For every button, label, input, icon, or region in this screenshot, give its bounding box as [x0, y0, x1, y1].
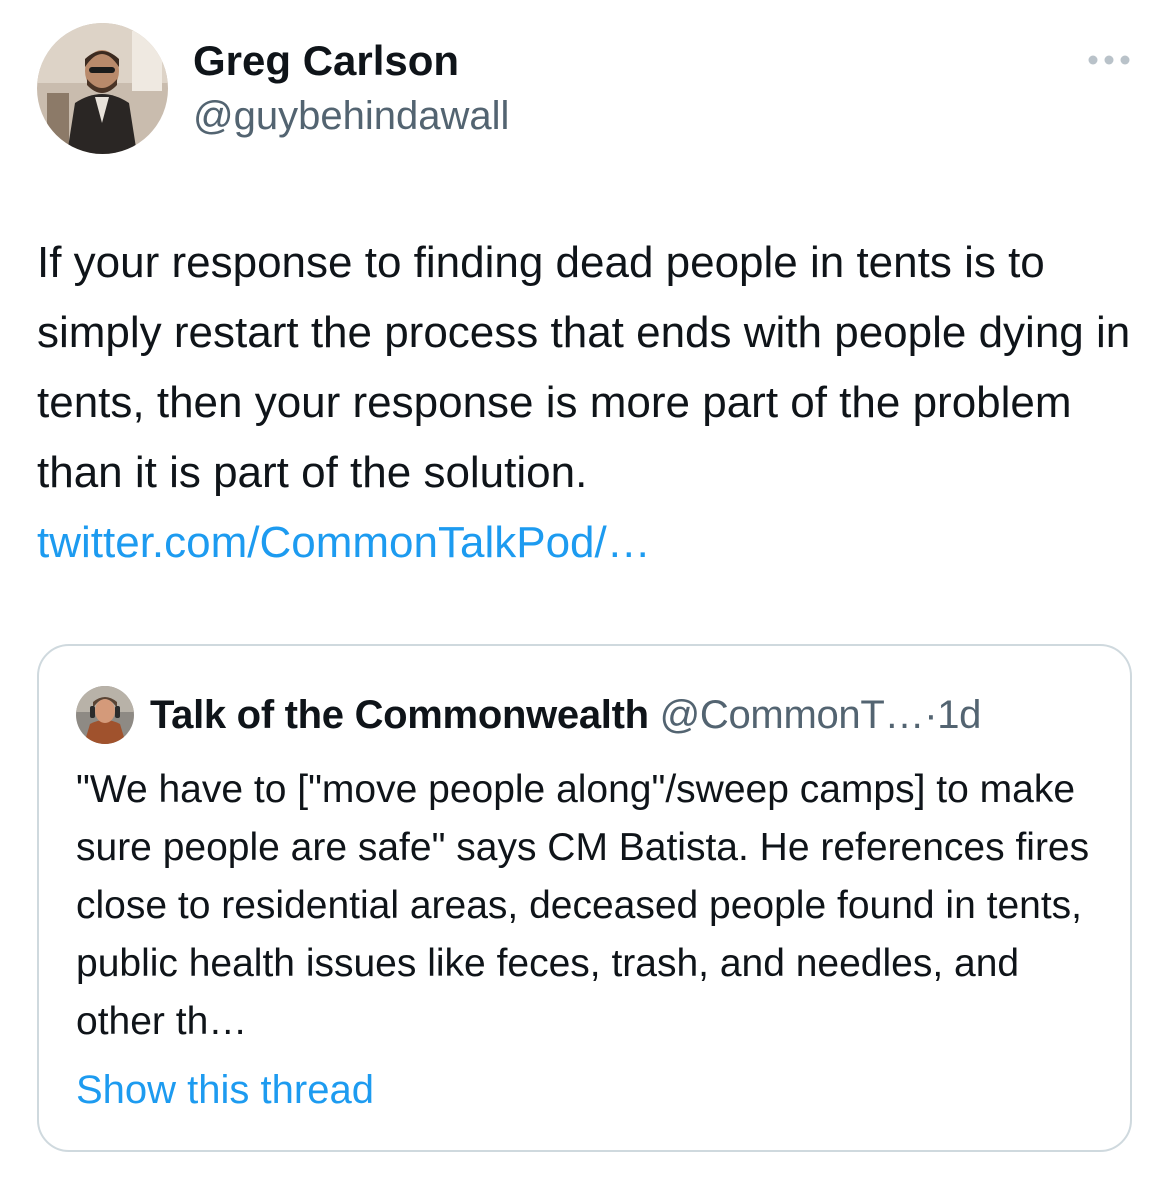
- quoted-author-avatar[interactable]: [76, 686, 134, 744]
- quoted-header: Talk of the Commonwealth @CommonT…·1d: [150, 690, 981, 740]
- tweet-link[interactable]: twitter.com/CommonTalkPod/…: [37, 518, 651, 567]
- tweet-text: If your response to finding dead people …: [37, 228, 1137, 578]
- author-avatar[interactable]: [37, 23, 168, 154]
- show-thread-link[interactable]: Show this thread: [76, 1061, 374, 1119]
- more-dots-icon: [1088, 55, 1130, 65]
- author-handle[interactable]: @guybehindawall: [193, 92, 509, 140]
- quoted-tweet-card[interactable]: Talk of the Commonwealth @CommonT…·1d "W…: [37, 644, 1132, 1152]
- quoted-handle[interactable]: @CommonT…: [660, 693, 925, 737]
- tweet-body: If your response to finding dead people …: [37, 238, 1131, 497]
- quoted-tweet-text: "We have to ["move people along"/sweep c…: [76, 768, 1090, 1043]
- author-display-name[interactable]: Greg Carlson: [193, 36, 459, 86]
- quoted-display-name[interactable]: Talk of the Commonwealth: [150, 693, 649, 737]
- quoted-timestamp[interactable]: 1d: [937, 693, 981, 737]
- more-options-button[interactable]: [1086, 50, 1132, 70]
- quoted-separator: ·: [924, 693, 938, 737]
